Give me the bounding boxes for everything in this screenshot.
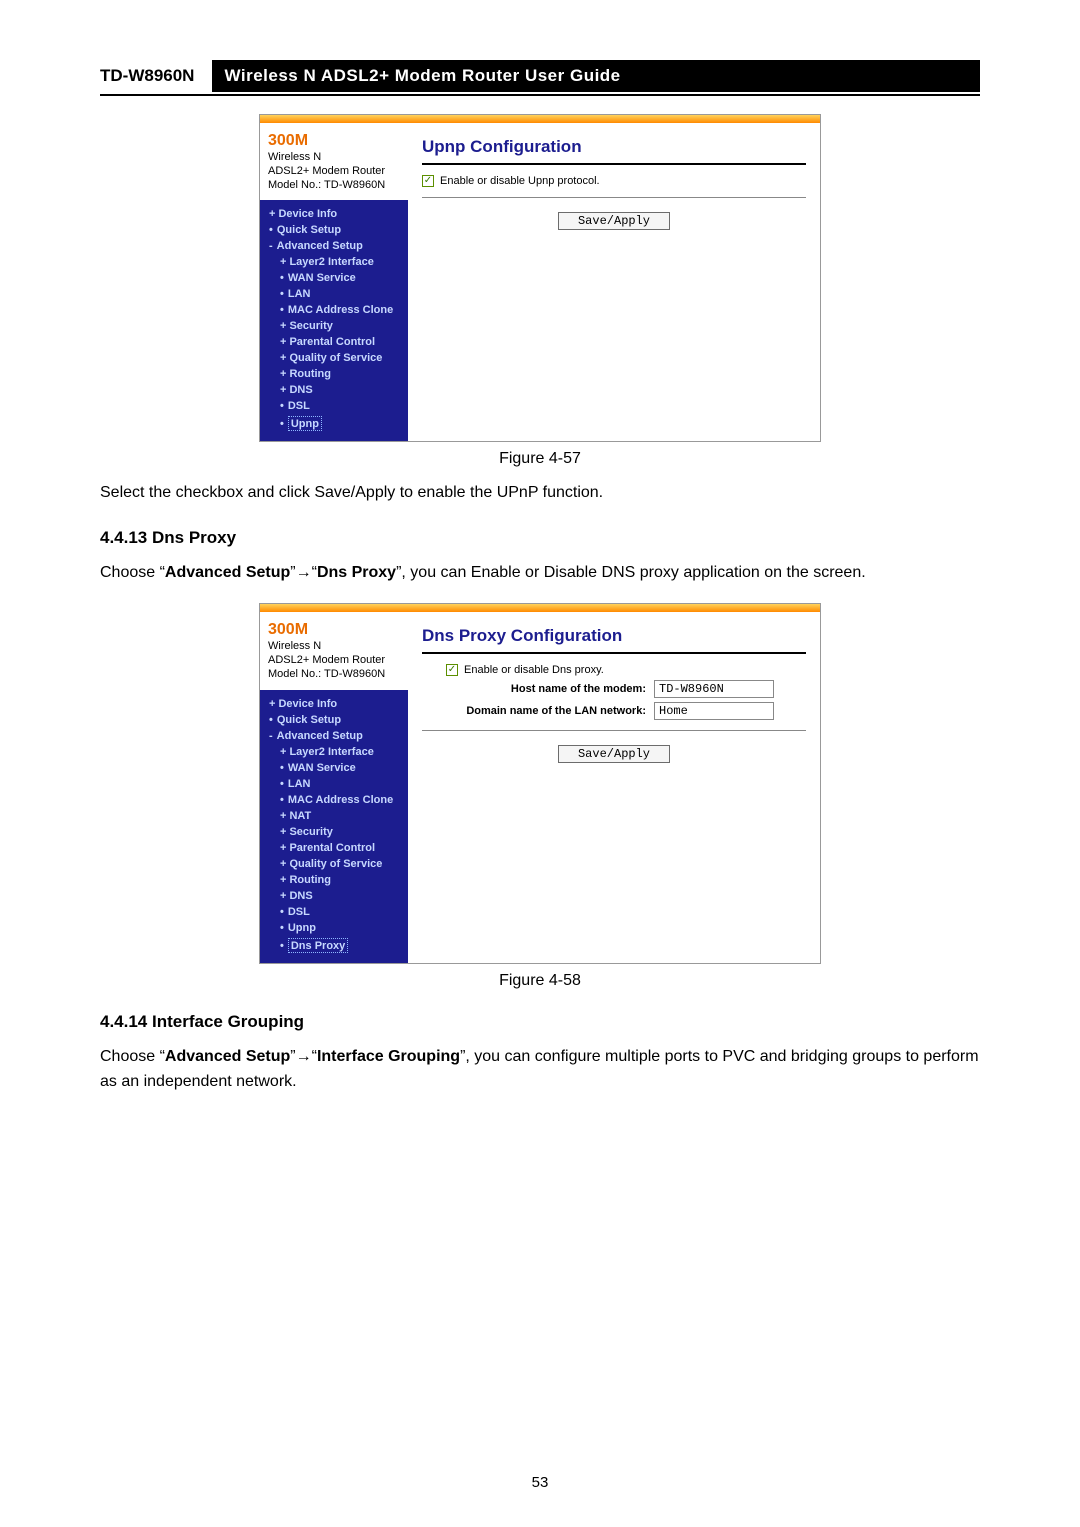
nav-routing[interactable]: Routing bbox=[266, 366, 408, 382]
figure-upnp-screenshot: 300M Wireless N ADSL2+ Modem Router Mode… bbox=[259, 114, 821, 442]
nav-dsl[interactable]: DSL bbox=[266, 904, 408, 920]
nav-wan[interactable]: WAN Service bbox=[266, 270, 408, 286]
brand-block: 300M Wireless N ADSL2+ Modem Router Mode… bbox=[260, 612, 408, 687]
brand-line4: Model No.: TD-W8960N bbox=[268, 668, 400, 682]
nav-routing[interactable]: Routing bbox=[266, 872, 408, 888]
hr bbox=[422, 163, 806, 165]
host-name-input[interactable]: TD-W8960N bbox=[654, 680, 774, 698]
hr2 bbox=[422, 730, 806, 731]
nav-dnsproxy-selected: Dns Proxy bbox=[288, 938, 348, 953]
nav-device-info[interactable]: Device Info bbox=[266, 206, 408, 222]
nav-nat[interactable]: NAT bbox=[266, 808, 408, 824]
doc-header: TD-W8960N Wireless N ADSL2+ Modem Router… bbox=[100, 60, 980, 96]
figure2-caption: Figure 4-58 bbox=[100, 972, 980, 990]
save-apply-button[interactable]: Save/Apply bbox=[558, 745, 670, 763]
brand-300m: 300M bbox=[268, 620, 400, 640]
nav-quick-setup[interactable]: Quick Setup bbox=[266, 712, 408, 728]
brand-line3: ADSL2+ Modem Router bbox=[268, 165, 400, 179]
nav: Device Info Quick Setup Advanced Setup L… bbox=[260, 688, 408, 955]
upnp-checkbox[interactable]: ✓ bbox=[422, 175, 434, 187]
arrow-icon: → bbox=[296, 564, 312, 581]
section-dns-proxy: 4.4.13 Dns Proxy bbox=[100, 528, 980, 548]
nav-advanced-setup[interactable]: Advanced Setup bbox=[266, 728, 408, 744]
upnp-checkbox-label: Enable or disable Upnp protocol. bbox=[440, 175, 600, 187]
para-upnp-instr: Select the checkbox and click Save/Apply… bbox=[100, 480, 980, 506]
nav-dns[interactable]: DNS bbox=[266, 382, 408, 398]
nav-advanced-setup[interactable]: Advanced Setup bbox=[266, 238, 408, 254]
doc-title: Wireless N ADSL2+ Modem Router User Guid… bbox=[212, 60, 980, 92]
nav-parental[interactable]: Parental Control bbox=[266, 334, 408, 350]
section-interface-grouping: 4.4.14 Interface Grouping bbox=[100, 1012, 980, 1032]
nav: Device Info Quick Setup Advanced Setup L… bbox=[260, 198, 408, 433]
dnsproxy-checkbox[interactable]: ✓ bbox=[446, 664, 458, 676]
nav-security[interactable]: Security bbox=[266, 824, 408, 840]
para-interface-grouping: Choose “Advanced Setup”→“Interface Group… bbox=[100, 1044, 980, 1095]
para-dns-proxy: Choose “Advanced Setup”→“Dns Proxy”, you… bbox=[100, 560, 980, 586]
orange-strip bbox=[260, 115, 820, 123]
brand-line3: ADSL2+ Modem Router bbox=[268, 654, 400, 668]
brand-block: 300M Wireless N ADSL2+ Modem Router Mode… bbox=[260, 123, 408, 198]
brand-line2: Wireless N bbox=[268, 640, 400, 654]
domain-name-input[interactable]: Home bbox=[654, 702, 774, 720]
main-title: Upnp Configuration bbox=[422, 133, 806, 161]
nav-qos[interactable]: Quality of Service bbox=[266, 350, 408, 366]
brand-line4: Model No.: TD-W8960N bbox=[268, 179, 400, 193]
nav-quick-setup[interactable]: Quick Setup bbox=[266, 222, 408, 238]
nav-layer2[interactable]: Layer2 Interface bbox=[266, 254, 408, 270]
nav-lan[interactable]: LAN bbox=[266, 776, 408, 792]
nav-qos[interactable]: Quality of Service bbox=[266, 856, 408, 872]
hr2 bbox=[422, 197, 806, 198]
host-name-label: Host name of the modem: bbox=[446, 683, 646, 695]
sidebar: 300M Wireless N ADSL2+ Modem Router Mode… bbox=[260, 123, 408, 441]
orange-strip bbox=[260, 604, 820, 612]
nav-mac[interactable]: MAC Address Clone bbox=[266, 302, 408, 318]
main-panel: Dns Proxy Configuration ✓ Enable or disa… bbox=[408, 612, 820, 962]
nav-mac[interactable]: MAC Address Clone bbox=[266, 792, 408, 808]
nav-lan[interactable]: LAN bbox=[266, 286, 408, 302]
nav-dsl[interactable]: DSL bbox=[266, 398, 408, 414]
dnsproxy-checkbox-label: Enable or disable Dns proxy. bbox=[464, 664, 604, 676]
figure1-caption: Figure 4-57 bbox=[100, 450, 980, 468]
nav-layer2[interactable]: Layer2 Interface bbox=[266, 744, 408, 760]
nav-wan[interactable]: WAN Service bbox=[266, 760, 408, 776]
nav-upnp-selected: Upnp bbox=[288, 416, 322, 431]
nav-parental[interactable]: Parental Control bbox=[266, 840, 408, 856]
main-panel: Upnp Configuration ✓ Enable or disable U… bbox=[408, 123, 820, 441]
page-number: 53 bbox=[0, 1474, 1080, 1491]
nav-device-info[interactable]: Device Info bbox=[266, 696, 408, 712]
doc-model: TD-W8960N bbox=[100, 60, 212, 92]
hr bbox=[422, 652, 806, 654]
arrow-icon: → bbox=[296, 1048, 312, 1065]
nav-dns[interactable]: DNS bbox=[266, 888, 408, 904]
nav-upnp[interactable]: Upnp bbox=[266, 414, 408, 433]
brand-300m: 300M bbox=[268, 131, 400, 151]
domain-name-label: Domain name of the LAN network: bbox=[446, 705, 646, 717]
nav-upnp[interactable]: Upnp bbox=[266, 920, 408, 936]
nav-dnsproxy[interactable]: Dns Proxy bbox=[266, 936, 408, 955]
save-apply-button[interactable]: Save/Apply bbox=[558, 212, 670, 230]
sidebar: 300M Wireless N ADSL2+ Modem Router Mode… bbox=[260, 612, 408, 962]
nav-security[interactable]: Security bbox=[266, 318, 408, 334]
main-title: Dns Proxy Configuration bbox=[422, 622, 806, 650]
brand-line2: Wireless N bbox=[268, 151, 400, 165]
figure-dnsproxy-screenshot: 300M Wireless N ADSL2+ Modem Router Mode… bbox=[259, 603, 821, 963]
